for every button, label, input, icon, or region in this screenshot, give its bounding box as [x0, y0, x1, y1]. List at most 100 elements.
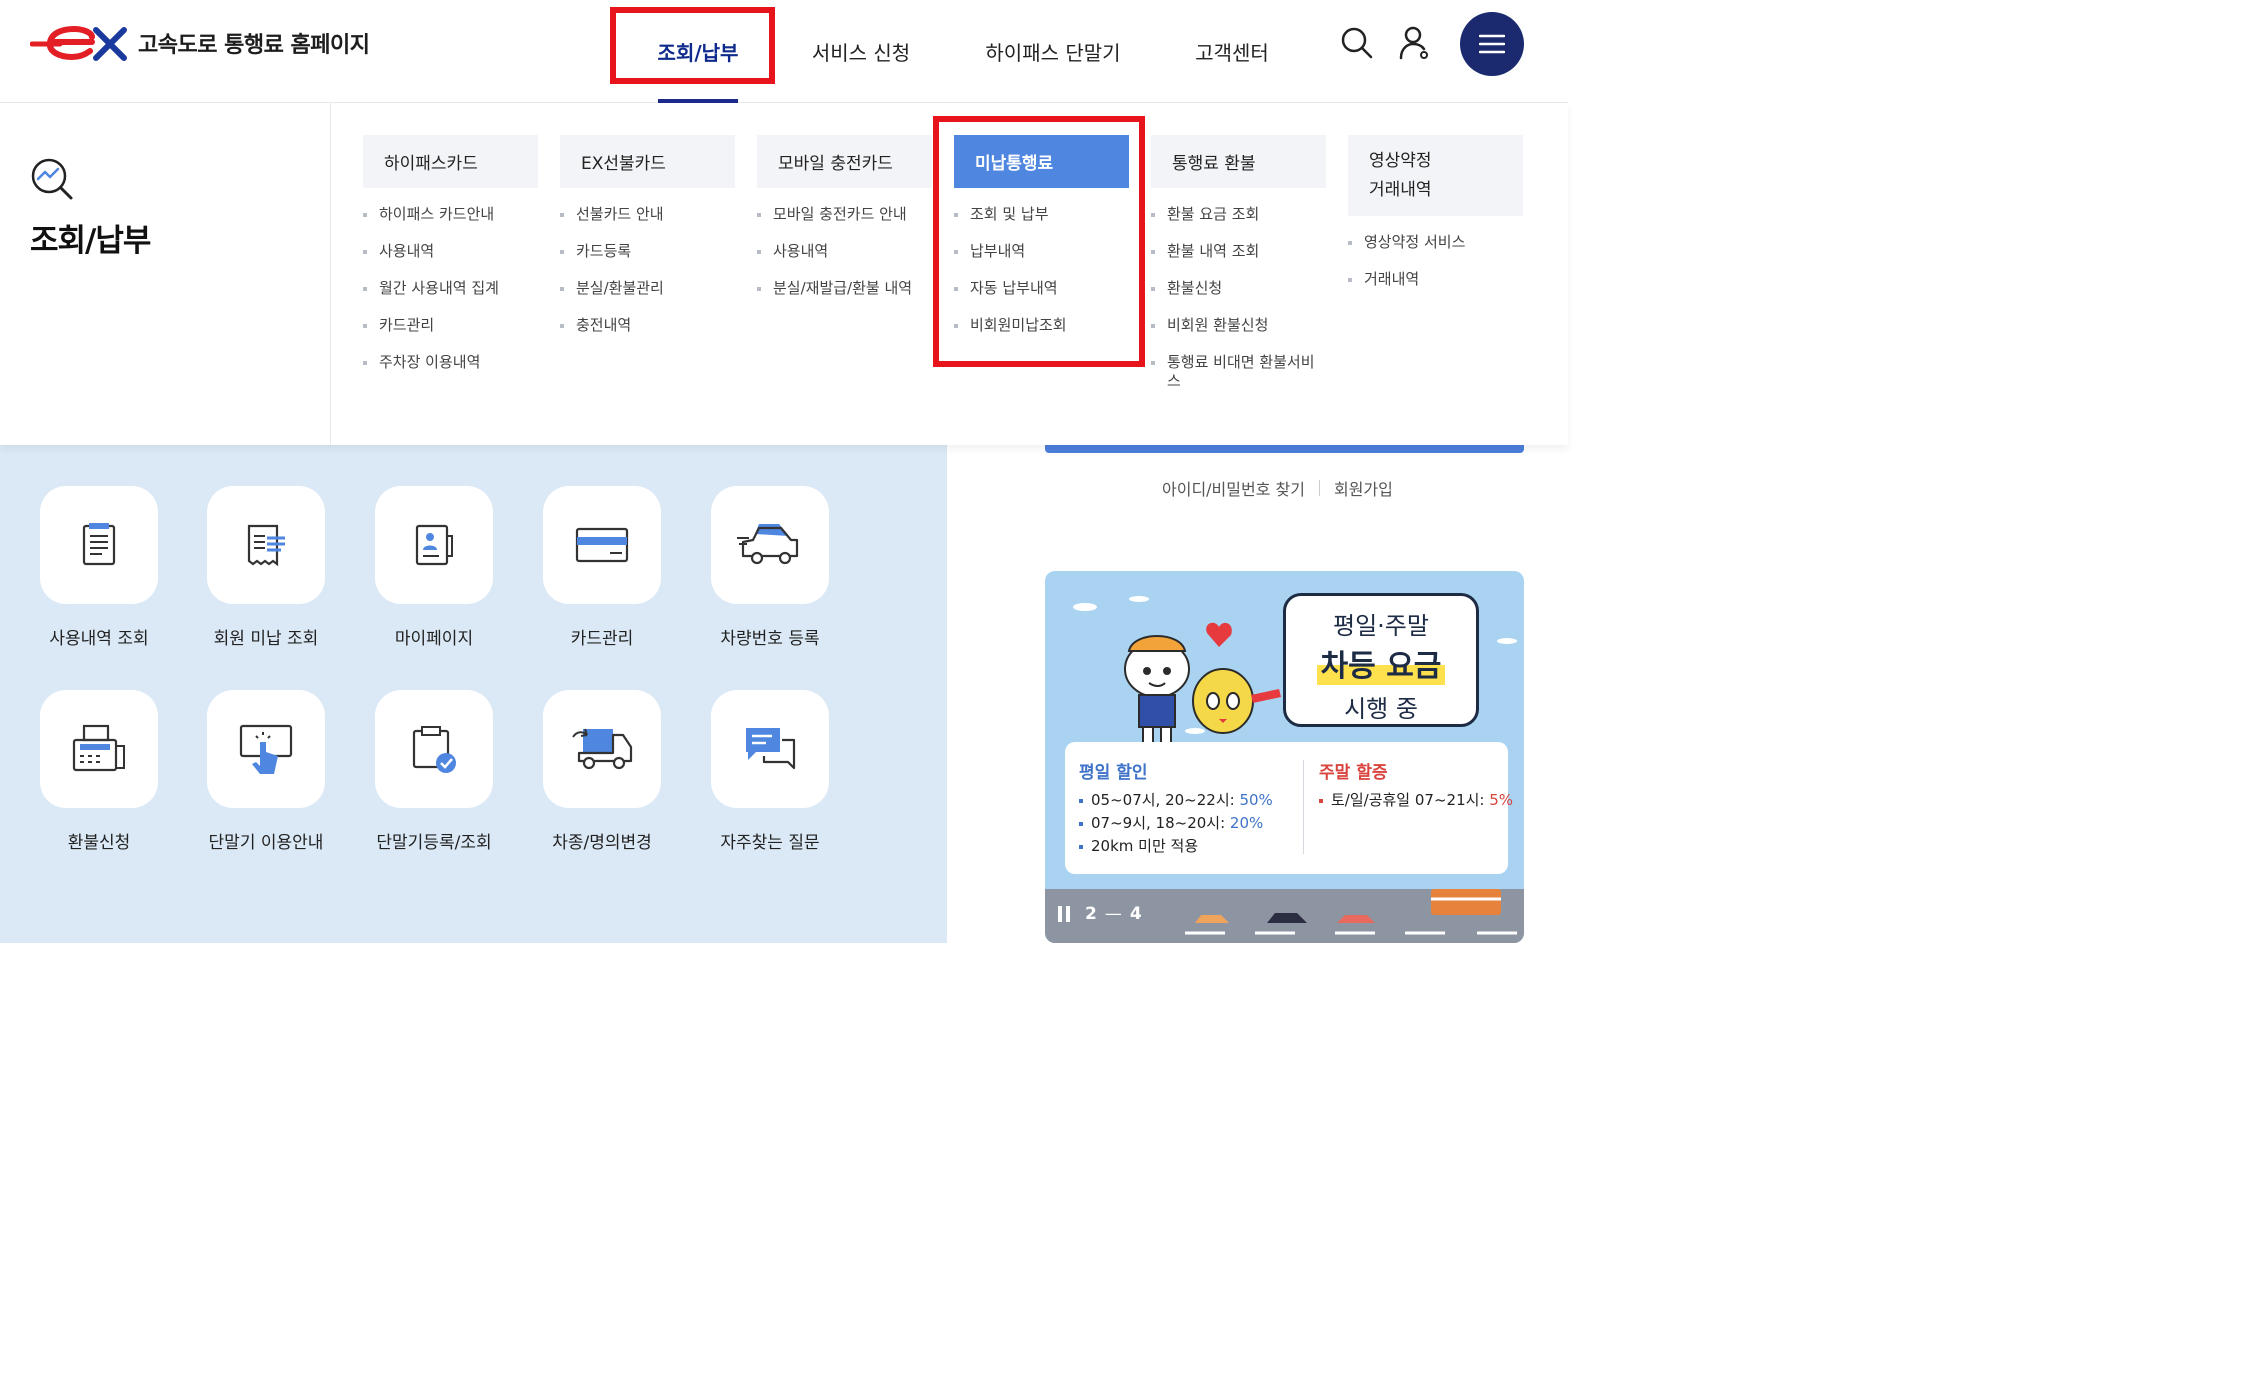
menu-link[interactable]: 선불카드 안내: [560, 205, 735, 224]
menu-link[interactable]: 비회원 환불신청: [1151, 316, 1326, 335]
quick-usage-history[interactable]: 사용내역 조회: [40, 486, 158, 649]
quick-button[interactable]: [543, 486, 661, 604]
quick-button[interactable]: [207, 690, 325, 808]
quick-terminal-guide[interactable]: 단말기 이용안내: [207, 690, 325, 853]
quick-button[interactable]: [40, 486, 158, 604]
quick-label: 차량번호 등록: [720, 629, 820, 649]
slide-current: 2: [1085, 904, 1097, 924]
nav-hipass-terminal[interactable]: 하이패스 단말기: [936, 0, 1170, 103]
quick-button[interactable]: [207, 486, 325, 604]
login-button-edge[interactable]: [1045, 445, 1524, 453]
column-heading[interactable]: 영상약정 거래내역: [1348, 135, 1523, 216]
column-heading-selected[interactable]: 미납통행료: [954, 135, 1129, 188]
pause-icon[interactable]: [1057, 905, 1071, 923]
slide-total: 4: [1129, 904, 1142, 924]
bubble-line-3: 시행 중: [1344, 695, 1418, 723]
nav-inquiry-payment[interactable]: 조회/납부: [610, 0, 786, 103]
search-icon[interactable]: [1340, 26, 1374, 60]
quick-button[interactable]: [711, 690, 829, 808]
menu-link[interactable]: 분실/재발급/환불 내역: [757, 279, 932, 298]
nav-customer-center[interactable]: 고객센터: [1170, 0, 1294, 103]
nav-label: 서비스 신청: [811, 41, 911, 65]
quick-button[interactable]: [375, 690, 493, 808]
menu-column-unpaid-toll: 미납통행료 조회 및 납부 납부내역 자동 납부내역 비회원미납조회: [954, 135, 1129, 353]
column-heading[interactable]: 하이패스카드: [363, 135, 538, 188]
quick-label: 마이페이지: [394, 629, 474, 649]
site-header: 고속도로 통행료 홈페이지 조회/납부 서비스 신청 하이패스 단말기 고객센터: [0, 0, 1568, 103]
menu-link[interactable]: 월간 사용내역 집계: [363, 279, 538, 298]
menu-link[interactable]: 카드등록: [560, 242, 735, 261]
menu-link[interactable]: 카드관리: [363, 316, 538, 335]
menu-link[interactable]: 납부내역: [954, 242, 1129, 261]
menu-link[interactable]: 환불 내역 조회: [1151, 242, 1326, 261]
column-heading[interactable]: 모바일 충전카드: [757, 135, 932, 188]
menu-link[interactable]: 조회 및 납부: [954, 205, 1129, 224]
promo-banner[interactable]: 평일·주말 차등 요금 시행 중 평일 할인 05~07시, 20~22시: 5…: [1045, 571, 1524, 943]
menu-link[interactable]: 자동 납부내역: [954, 279, 1129, 298]
quick-terminal-register[interactable]: 단말기등록/조회: [375, 690, 493, 853]
menu-link[interactable]: 환불신청: [1151, 279, 1326, 298]
receipt-icon: [247, 524, 285, 567]
quick-my-page[interactable]: 마이페이지: [375, 486, 493, 649]
menu-link[interactable]: 모바일 충전카드 안내: [757, 205, 932, 224]
toll-info-card: 평일 할인 05~07시, 20~22시: 50% 07~9시, 18~20시:…: [1065, 742, 1513, 874]
quick-vehicle-type-change[interactable]: 차종/명의변경: [543, 690, 661, 853]
car-icon: [737, 524, 799, 565]
quick-member-unpaid[interactable]: 회원 미납 조회: [207, 486, 325, 649]
ex-logo-icon: [30, 25, 127, 61]
menu-column-hipass-card: 하이패스카드 하이패스 카드안내 사용내역 월간 사용내역 집계 카드관리 주차…: [363, 135, 538, 390]
menu-link[interactable]: 주차장 이용내역: [363, 353, 538, 372]
menu-link[interactable]: 분실/환불관리: [560, 279, 735, 298]
nav-label: 하이패스 단말기: [985, 41, 1121, 65]
column-heading[interactable]: EX선불카드: [560, 135, 735, 188]
column-heading[interactable]: 통행료 환불: [1151, 135, 1326, 188]
truck-icon: [572, 728, 633, 770]
menu-link[interactable]: 충전내역: [560, 316, 735, 335]
mascot-characters-icon: [1124, 622, 1281, 748]
mega-menu-title: 조회/납부: [30, 223, 151, 259]
quick-button[interactable]: [375, 486, 493, 604]
quick-button[interactable]: [711, 486, 829, 604]
quick-button[interactable]: [543, 690, 661, 808]
menu-link[interactable]: 환불 요금 조회: [1151, 205, 1326, 224]
hamburger-icon: [1479, 34, 1505, 54]
quick-refund-request[interactable]: 환불신청: [40, 690, 158, 853]
divider: [1318, 480, 1320, 496]
mega-menu-heading: 조회/납부: [0, 103, 331, 445]
quick-faq[interactable]: 자주찾는 질문: [711, 690, 829, 853]
all-menu-button[interactable]: [1460, 12, 1524, 76]
quick-card-management[interactable]: 카드관리: [543, 486, 661, 649]
site-logo[interactable]: 고속도로 통행료 홈페이지: [30, 24, 370, 62]
menu-link[interactable]: 하이패스 카드안내: [363, 205, 538, 224]
weekday-title: 평일 할인: [1079, 763, 1148, 783]
quick-label: 환불신청: [67, 833, 131, 853]
speech-bubble: 평일·주말 차등 요금 시행 중: [1283, 593, 1479, 727]
weekend-title: 주말 할증: [1319, 763, 1388, 783]
bubble-line-2: 차등 요금: [1316, 641, 1446, 685]
quick-label: 사용내역 조회: [49, 629, 149, 649]
user-icon[interactable]: [1398, 26, 1432, 60]
quick-button[interactable]: [40, 690, 158, 808]
quick-label: 카드관리: [570, 629, 634, 649]
sign-up-link[interactable]: 회원가입: [1334, 476, 1393, 500]
quick-label: 자주찾는 질문: [720, 833, 820, 853]
weekday-item: 07~9시, 18~20시: 20%: [1079, 812, 1273, 835]
quick-label: 차종/명의변경: [552, 833, 652, 853]
login-links: 아이디/비밀번호 찾기 회원가입: [1162, 476, 1393, 500]
credit-card-icon: [575, 527, 629, 563]
menu-link[interactable]: 사용내역: [757, 242, 932, 261]
menu-link[interactable]: 거래내역: [1348, 270, 1523, 289]
clipboard-check-icon: [412, 726, 456, 773]
menu-link[interactable]: 영상약정 서비스: [1348, 233, 1523, 252]
weekday-item: 20km 미만 적용: [1079, 835, 1273, 858]
menu-link[interactable]: 사용내역: [363, 242, 538, 261]
quick-vehicle-registration[interactable]: 차량번호 등록: [711, 486, 829, 649]
column-heading-text: 영상약정 거래내역: [1369, 150, 1432, 200]
quick-label: 단말기 이용안내: [208, 833, 324, 853]
nav-service-request[interactable]: 서비스 신청: [786, 0, 936, 103]
menu-link[interactable]: 비회원미납조회: [954, 316, 1129, 335]
weekend-surcharge: 주말 할증 토/일/공휴일 07~21시: 5%: [1319, 758, 1513, 812]
find-id-password-link[interactable]: 아이디/비밀번호 찾기: [1162, 476, 1305, 500]
menu-link[interactable]: 통행료 비대면 환불서비스: [1151, 353, 1316, 391]
slide-separator: —: [1104, 904, 1122, 924]
